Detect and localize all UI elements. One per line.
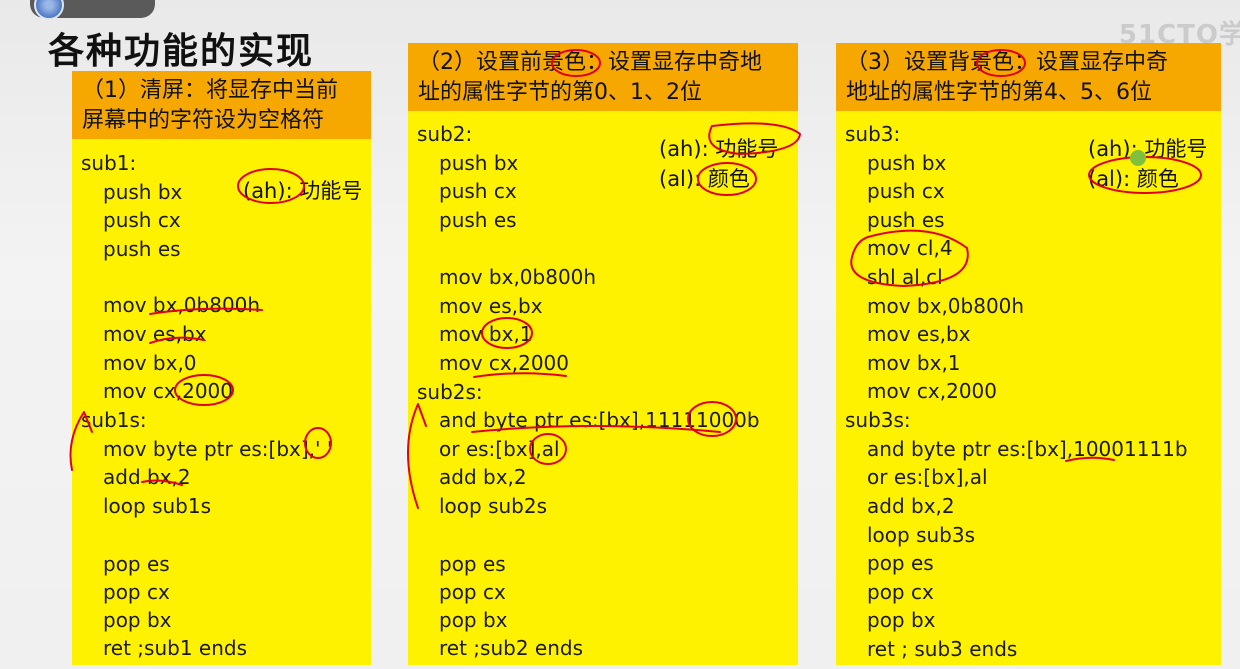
code-line: push cx — [103, 208, 181, 232]
register-note-ah: (ah): 功能号 — [243, 179, 363, 203]
panel-header: （3）设置背景色：设置显存中奇 地址的属性字节的第4、5、6位 — [836, 43, 1221, 111]
panel-header: （2）设置前景色：设置显存中奇地 址的属性字节的第0、1、2位 — [408, 43, 798, 111]
code-line: mov bx,1 — [867, 351, 961, 375]
code-line: mov bx,1 — [439, 322, 533, 346]
code-label: sub3: — [845, 122, 901, 146]
header-line: （2）设置前景色：设置显存中奇地 — [418, 50, 762, 75]
code-line: pop cx — [439, 580, 506, 604]
code-line: mov es,bx — [439, 294, 543, 318]
header-line: 屏幕中的字符设为空格符 — [82, 108, 325, 133]
code-line: ret ; sub3 ends — [867, 637, 1018, 661]
code-line: mov byte ptr es:[bx],' ' — [103, 437, 333, 461]
code-line: mov cx,2000 — [867, 379, 997, 403]
code-line: pop es — [439, 552, 506, 576]
code-line: push es — [439, 208, 517, 232]
code-line: mov bx,0b800h — [867, 294, 1025, 318]
header-line: 地址的属性字节的第4、5、6位 — [846, 80, 1152, 105]
code-line: pop cx — [103, 580, 170, 604]
panel-header: （1）清屏：将显存中当前 屏幕中的字符设为空格符 — [72, 71, 371, 139]
code-line: mov cx,2000 — [103, 379, 233, 403]
code-line: add bx,2 — [867, 494, 955, 518]
code-line: pop bx — [867, 608, 936, 632]
code-label: sub2: — [417, 122, 473, 146]
code-line: push bx — [867, 151, 947, 175]
code-line: pop es — [867, 551, 934, 575]
code-line: push cx — [867, 179, 945, 203]
register-note-ah: (ah): 功能号 — [659, 137, 779, 161]
code-line: pop es — [103, 552, 170, 576]
header-line: 址的属性字节的第0、1、2位 — [418, 80, 702, 105]
code-line: add bx,2 — [103, 465, 191, 489]
code-line: push es — [103, 237, 181, 261]
code-line: or es:[bx],al — [867, 465, 988, 489]
code-line: ret ;sub2 ends — [439, 636, 583, 660]
code-line: mov es,bx — [103, 322, 207, 346]
code-line: mov es,bx — [867, 322, 971, 346]
code-label: sub2s: — [417, 380, 483, 404]
panel-sub2: （2）设置前景色：设置显存中奇地 址的属性字节的第0、1、2位 sub2: pu… — [408, 43, 798, 665]
panel-sub1: （1）清屏：将显存中当前 屏幕中的字符设为空格符 sub1: push bx p… — [72, 71, 371, 665]
code-line: pop cx — [867, 580, 934, 604]
code-line: loop sub3s — [867, 523, 976, 547]
code-line: and byte ptr es:[bx],11111000b — [439, 408, 760, 432]
slide-title: 各种功能的实现 — [48, 30, 315, 72]
register-note-ah: (ah): 功能号 — [1088, 137, 1208, 161]
register-note-al: (al): 颜色 — [659, 167, 750, 191]
code-label: sub3s: — [845, 408, 911, 432]
code-line: and byte ptr es:[bx],10001111b — [867, 437, 1188, 461]
header-line: （3）设置背景色：设置显存中奇 — [846, 50, 1168, 75]
code-line: shl al,cl — [867, 265, 943, 289]
panel-sub3: （3）设置背景色：设置显存中奇 地址的属性字节的第4、5、6位 sub3: pu… — [836, 43, 1221, 665]
code-line: mov cl,4 — [867, 236, 953, 260]
code-label: sub1: — [81, 151, 137, 175]
code-line: mov bx,0 — [103, 351, 197, 375]
code-line: push es — [867, 208, 945, 232]
code-line: mov bx,0b800h — [103, 293, 261, 317]
code-line: or es:[bx],al — [439, 437, 560, 461]
code-line: pop bx — [103, 608, 172, 632]
code-line: mov bx,0b800h — [439, 265, 597, 289]
register-note-al: (al): 颜色 — [1088, 167, 1179, 191]
code-line: push bx — [439, 151, 519, 175]
code-label: sub1s: — [81, 408, 147, 432]
code-line: push cx — [439, 179, 517, 203]
header-line: （1）清屏：将显存中当前 — [82, 78, 338, 103]
code-line: add bx,2 — [439, 465, 527, 489]
code-line: mov cx,2000 — [439, 351, 569, 375]
code-line: pop bx — [439, 608, 508, 632]
code-line: loop sub1s — [103, 494, 212, 518]
code-line: ret ;sub1 ends — [103, 636, 247, 660]
code-line: push bx — [103, 180, 183, 204]
code-line: loop sub2s — [439, 494, 548, 518]
